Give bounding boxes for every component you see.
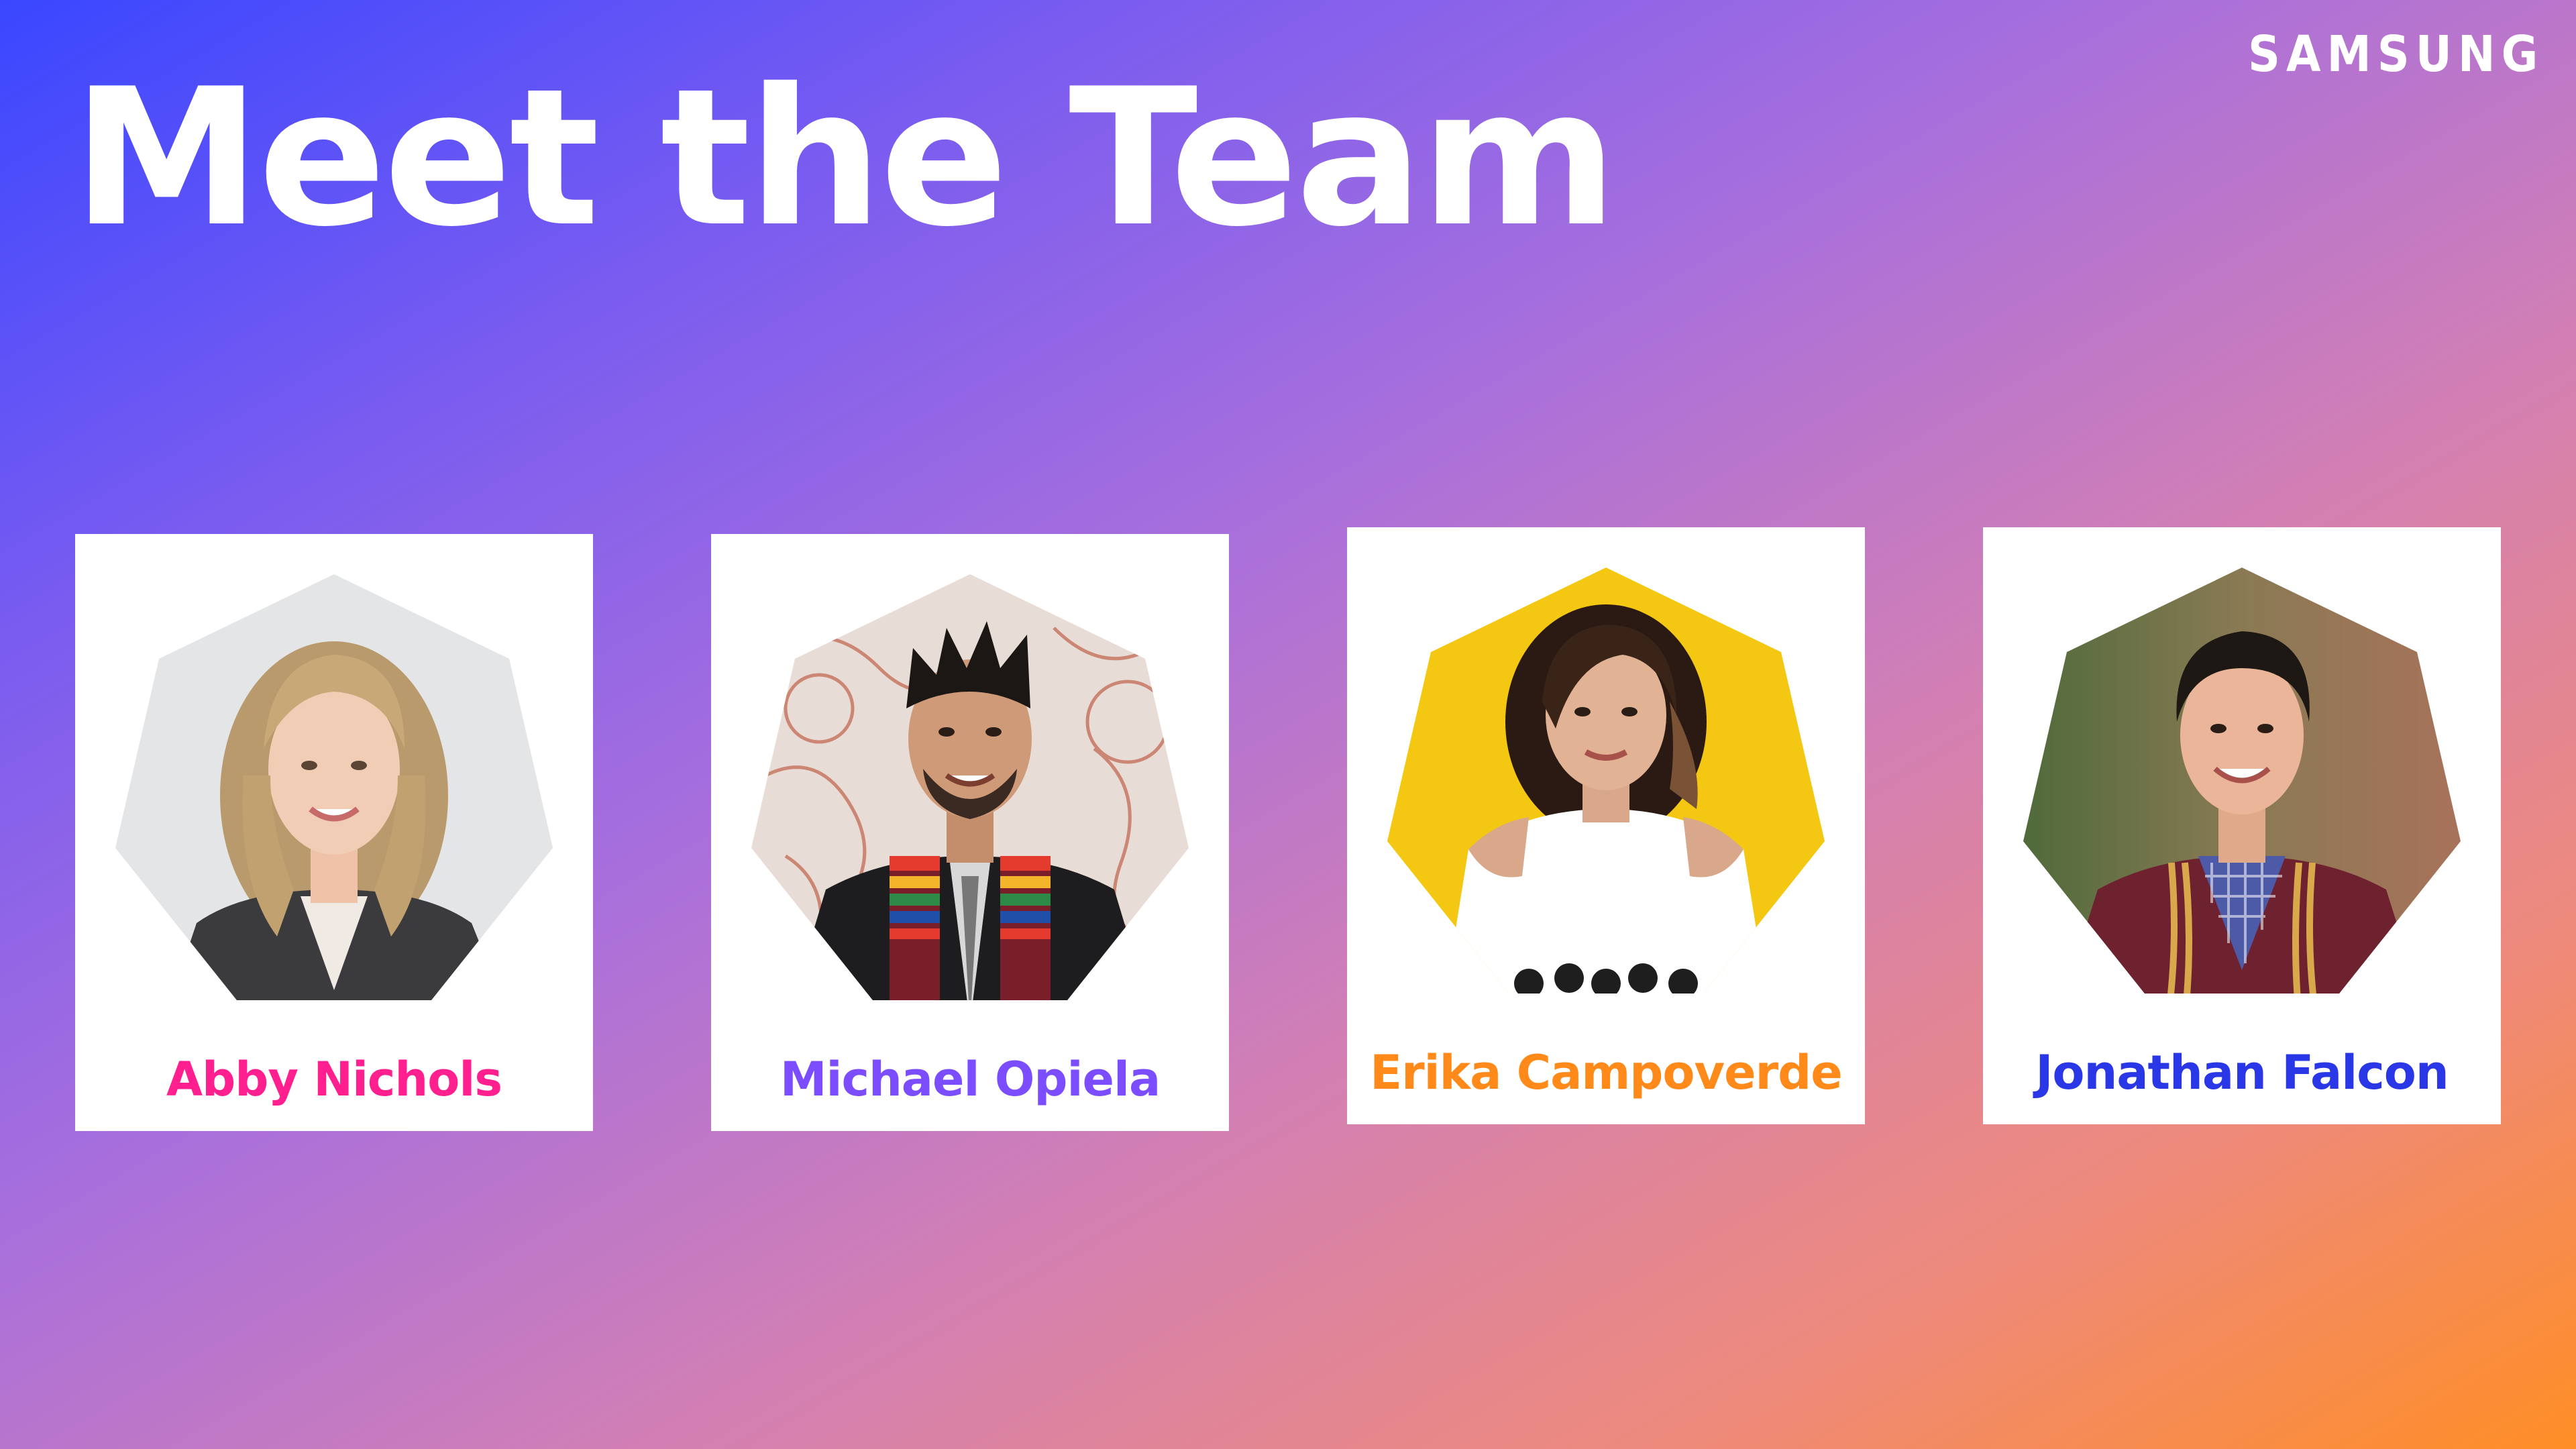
team-member-name: Michael Opiela xyxy=(780,1052,1161,1107)
person-portrait-icon xyxy=(745,574,1195,1024)
slide: Meet the Team SAMSUNG Abby Nichols Micha… xyxy=(0,0,2576,1449)
team-member-card-erika: Erika Campoverde xyxy=(1347,527,1865,1124)
team-member-name: Jonathan Falcon xyxy=(2035,1045,2449,1100)
team-member-name: Abby Nichols xyxy=(166,1052,502,1107)
team-member-card-jonathan: Jonathan Falcon xyxy=(1983,527,2501,1124)
team-member-name: Erika Campoverde xyxy=(1370,1045,1842,1100)
person-portrait-icon xyxy=(2017,568,2467,1017)
person-portrait-icon xyxy=(1381,568,1831,1017)
team-member-card-abby: Abby Nichols xyxy=(75,534,593,1131)
samsung-logo: SAMSUNG xyxy=(2247,25,2544,83)
person-portrait-icon xyxy=(109,574,559,1024)
team-member-card-michael: Michael Opiela xyxy=(711,534,1229,1131)
page-title: Meet the Team xyxy=(72,48,1617,268)
